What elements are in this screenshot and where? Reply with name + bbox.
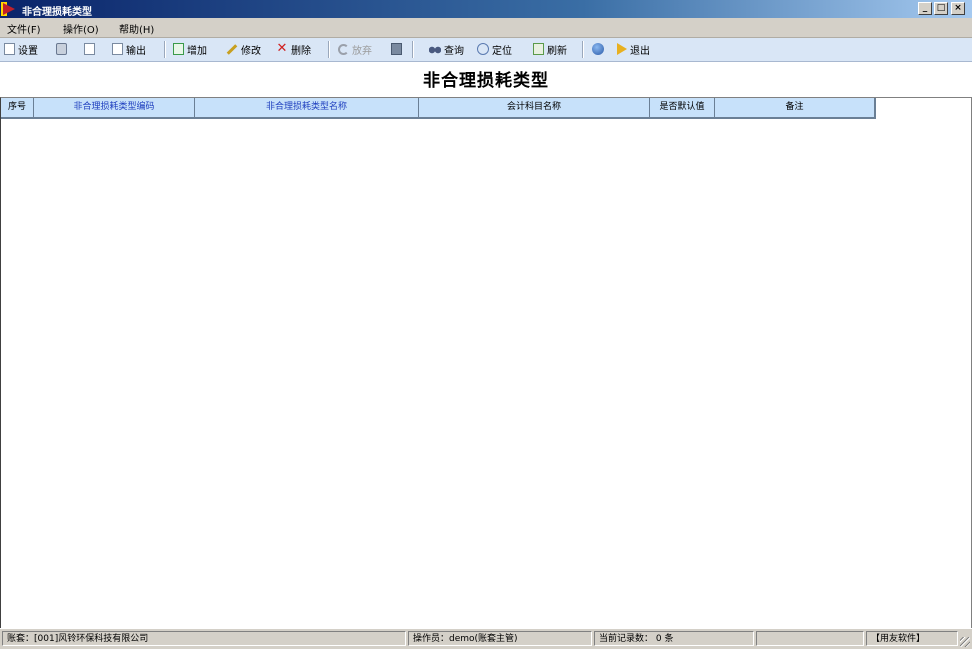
help-button[interactable] bbox=[592, 41, 604, 57]
status-empty-panel bbox=[756, 631, 864, 646]
column-header-remarks[interactable]: 备注 bbox=[715, 98, 874, 117]
resize-grip-icon[interactable] bbox=[960, 637, 970, 647]
refresh-label: 刷新 bbox=[547, 45, 567, 57]
modify-label: 修改 bbox=[241, 45, 261, 57]
output-button[interactable]: 输出 bbox=[112, 41, 146, 57]
exit-label: 退出 bbox=[630, 45, 650, 57]
window-title: 非合理损耗类型 bbox=[22, 7, 92, 18]
abandon-label: 放弃 bbox=[352, 45, 372, 57]
setup-label: 设置 bbox=[18, 45, 38, 57]
minimize-button[interactable]: _ bbox=[918, 2, 932, 15]
exit-icon bbox=[617, 43, 627, 55]
page-setup-icon bbox=[4, 43, 15, 55]
menu-help[interactable]: 帮助(H) bbox=[119, 21, 154, 36]
modify-button[interactable]: 修改 bbox=[226, 41, 261, 57]
locate-button[interactable]: 定位 bbox=[477, 41, 512, 57]
close-button[interactable]: × bbox=[951, 2, 965, 15]
save-button[interactable] bbox=[391, 41, 402, 57]
toolbar-separator bbox=[328, 41, 330, 58]
menu-bar: 文件(F) 操作(O) 帮助(H) bbox=[0, 18, 972, 38]
print-button[interactable] bbox=[56, 41, 67, 57]
status-record-count: 当前记录数： 0 条 bbox=[594, 631, 754, 646]
refresh-button[interactable]: 刷新 bbox=[533, 41, 567, 57]
maximize-button[interactable]: □ bbox=[934, 2, 948, 15]
app-icon bbox=[3, 3, 15, 15]
locate-label: 定位 bbox=[492, 45, 512, 57]
query-button[interactable]: 查询 bbox=[429, 41, 464, 57]
preview-button[interactable] bbox=[84, 41, 95, 57]
toolbar-separator bbox=[582, 41, 584, 58]
add-button[interactable]: 增加 bbox=[173, 41, 207, 57]
help-globe-icon bbox=[592, 43, 604, 55]
title-bar: 非合理损耗类型 _ □ × bbox=[0, 0, 972, 18]
toolbar: 设置 输出 增加 修改 ✕ 删除 放弃 查询 定位 刷新 退出 bbox=[0, 38, 972, 62]
undo-icon bbox=[338, 43, 349, 55]
export-icon bbox=[112, 43, 123, 55]
status-brand: 【用友软件】 bbox=[866, 631, 958, 646]
toolbar-separator bbox=[412, 41, 414, 58]
column-header-type-name[interactable]: 非合理损耗类型名称 bbox=[195, 98, 419, 117]
column-header-type-code[interactable]: 非合理损耗类型编码 bbox=[34, 98, 195, 117]
toolbar-separator bbox=[164, 41, 166, 58]
printer-icon bbox=[56, 43, 67, 55]
menu-operation[interactable]: 操作(O) bbox=[63, 21, 99, 36]
exit-button[interactable]: 退出 bbox=[617, 41, 650, 57]
add-label: 增加 bbox=[187, 45, 207, 57]
setup-button[interactable]: 设置 bbox=[4, 41, 38, 57]
binoculars-icon bbox=[429, 44, 441, 54]
preview-icon bbox=[84, 43, 95, 55]
add-icon bbox=[173, 43, 184, 55]
page-title: 非合理损耗类型 bbox=[423, 71, 549, 91]
column-header-account-name[interactable]: 会计科目名称 bbox=[419, 98, 650, 117]
refresh-icon bbox=[533, 43, 544, 55]
delete-icon: ✕ bbox=[276, 41, 288, 56]
delete-label: 删除 bbox=[291, 45, 311, 57]
output-label: 输出 bbox=[126, 45, 146, 57]
status-bar: 账套：[001]风铃环保科技有限公司 操作员：demo(账套主管) 当前记录数：… bbox=[0, 628, 972, 649]
delete-button[interactable]: ✕ 删除 bbox=[276, 41, 311, 57]
menu-file[interactable]: 文件(F) bbox=[7, 21, 41, 36]
data-grid[interactable]: 序号 非合理损耗类型编码 非合理损耗类型名称 会计科目名称 是否默认值 备注 bbox=[0, 97, 972, 629]
locate-icon bbox=[477, 43, 489, 55]
column-header-index[interactable]: 序号 bbox=[1, 98, 34, 117]
status-account: 账套：[001]风铃环保科技有限公司 bbox=[2, 631, 406, 646]
query-label: 查询 bbox=[444, 45, 464, 57]
grid-header: 序号 非合理损耗类型编码 非合理损耗类型名称 会计科目名称 是否默认值 备注 bbox=[1, 98, 876, 119]
save-icon bbox=[391, 43, 402, 55]
abandon-button[interactable]: 放弃 bbox=[338, 41, 372, 57]
column-header-is-default[interactable]: 是否默认值 bbox=[650, 98, 715, 117]
pencil-icon bbox=[226, 43, 238, 55]
status-operator: 操作员：demo(账套主管) bbox=[408, 631, 592, 646]
